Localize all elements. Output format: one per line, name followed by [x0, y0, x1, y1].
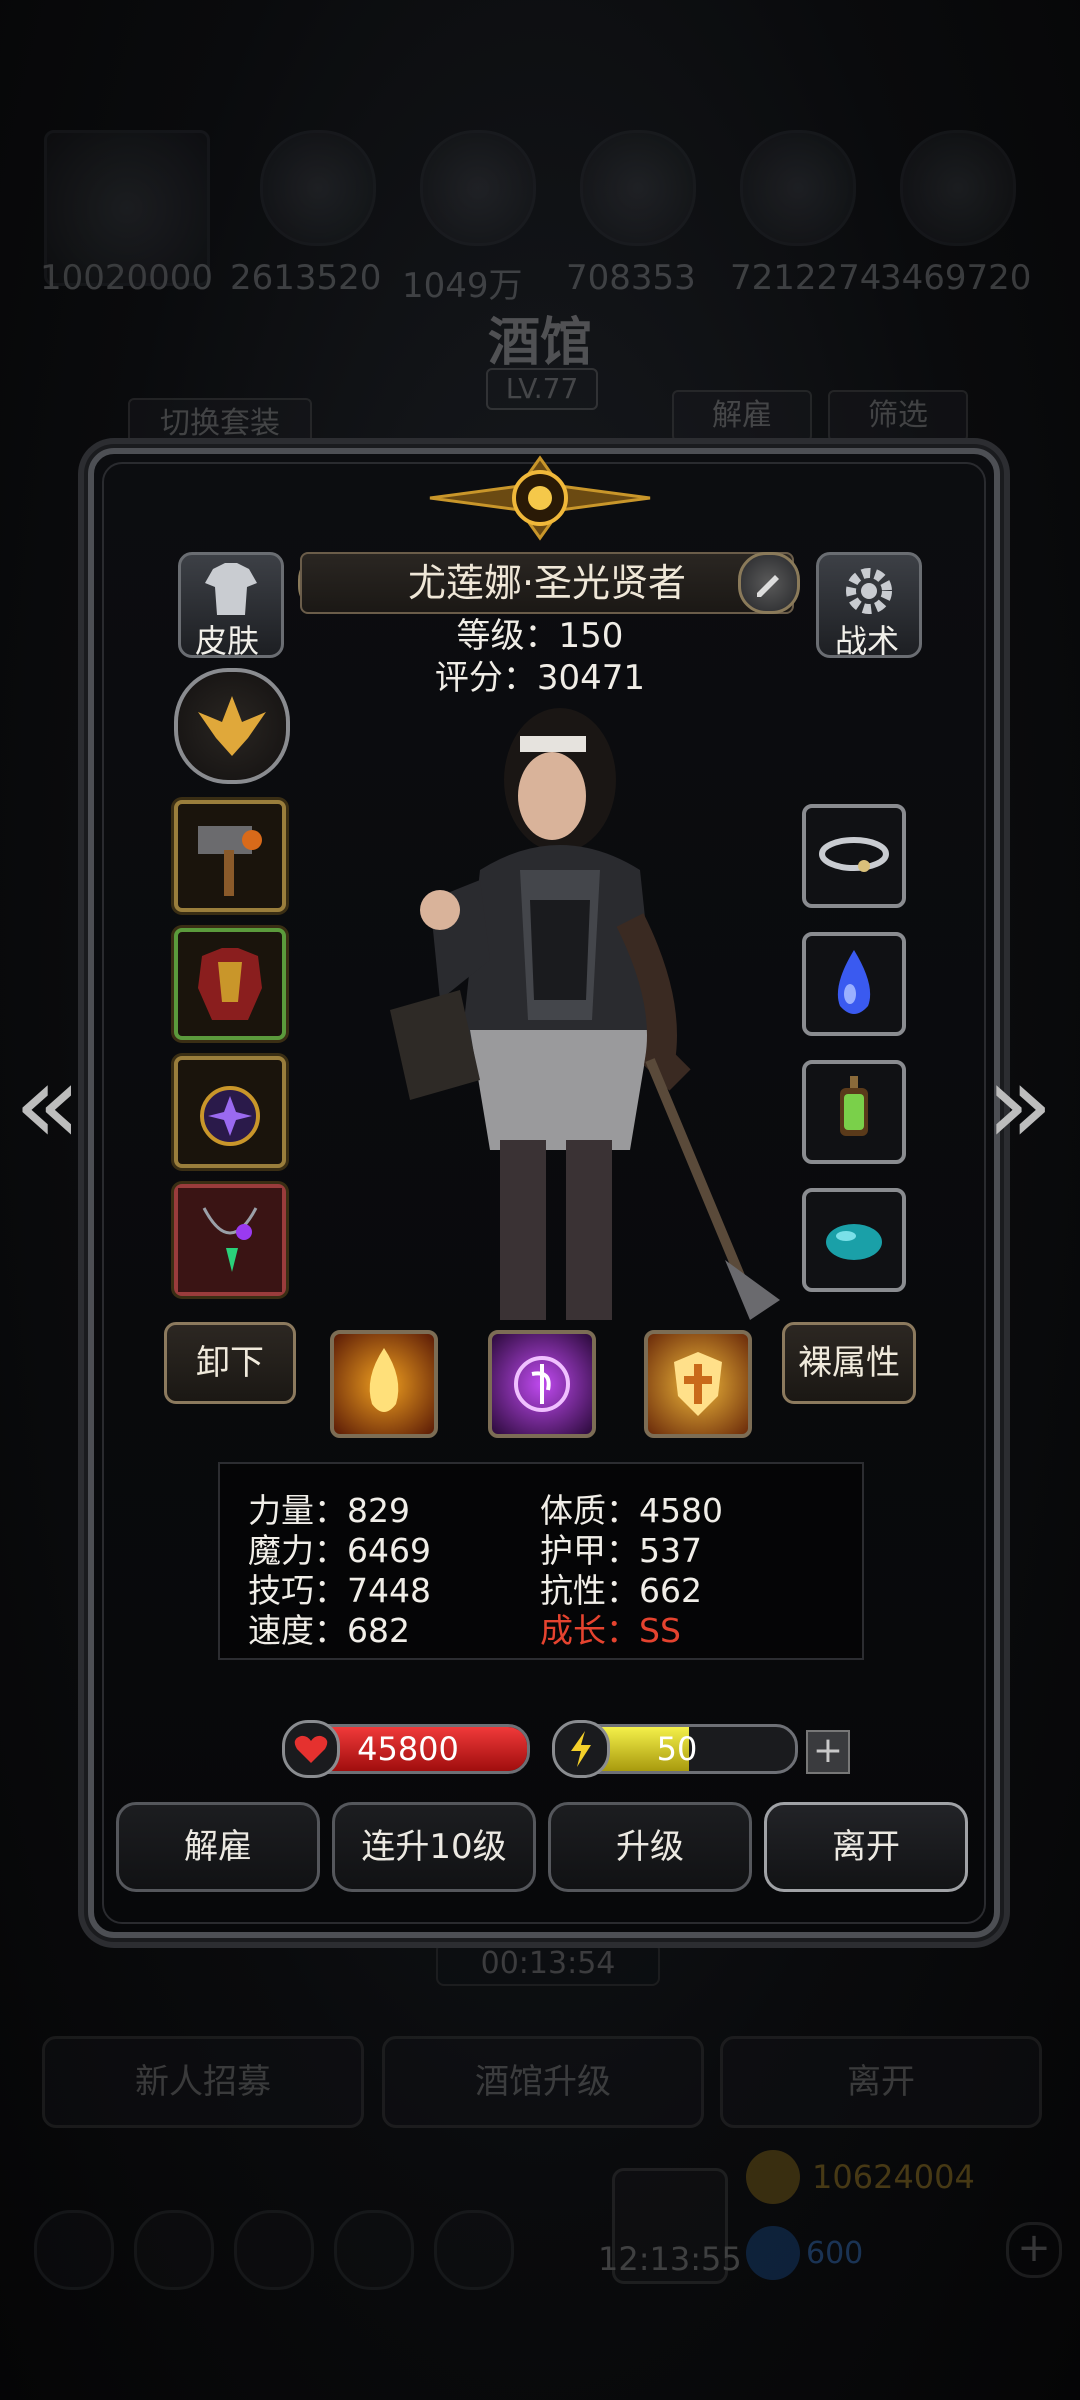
- gem-slot[interactable]: [802, 1188, 906, 1292]
- resource-value: 2613520: [230, 258, 382, 298]
- amulet-slot[interactable]: [174, 1056, 286, 1168]
- resource-icon: [420, 130, 536, 246]
- class-emblem-icon[interactable]: [174, 668, 290, 784]
- rename-edit-icon[interactable]: [738, 552, 800, 614]
- ring-slot[interactable]: [802, 804, 906, 908]
- gem-icon: [746, 2226, 800, 2280]
- crystal-slot[interactable]: [802, 932, 906, 1036]
- hero-portrait: [390, 708, 780, 1320]
- resource-icon: [260, 130, 376, 246]
- skill-slot[interactable]: [488, 1330, 596, 1438]
- resource-icon: [900, 130, 1016, 246]
- skin-label: 皮肤: [194, 622, 259, 660]
- skill-slot[interactable]: [330, 1330, 438, 1438]
- upgrade-button[interactable]: 升级: [548, 1802, 752, 1892]
- hammer-icon: [198, 826, 262, 896]
- hero-name: 尤莲娜·圣光贤者: [300, 552, 794, 614]
- gold-value: 10624004: [812, 2158, 975, 2196]
- crystal-drop-icon: [837, 950, 871, 1014]
- unequip-button[interactable]: 卸下: [164, 1322, 296, 1404]
- resource-value: 3469720: [880, 258, 1032, 298]
- tavern-level: LV.77: [486, 368, 598, 410]
- resource-value: 10020000: [40, 258, 214, 298]
- dock-icon[interactable]: [134, 2210, 214, 2290]
- lantern-icon: [840, 1076, 868, 1136]
- lightning-icon: [552, 1720, 610, 1778]
- tavern-upgrade-button[interactable]: 酒馆升级: [382, 2036, 704, 2128]
- dismiss-hero-button[interactable]: 解雇: [116, 1802, 320, 1892]
- hero-score: 评分：30471: [434, 658, 646, 698]
- gold-coin-icon: [746, 2150, 800, 2204]
- next-hero-arrow[interactable]: »: [986, 1040, 1053, 1168]
- heart-icon: [282, 1720, 340, 1778]
- dock-icon[interactable]: [334, 2210, 414, 2290]
- fire-skill-icon: [369, 1348, 399, 1412]
- necklace-slot[interactable]: [174, 1184, 286, 1296]
- level-up-10-button[interactable]: 连升10级: [332, 1802, 536, 1892]
- gem-value: 600: [806, 2236, 864, 2271]
- skill-slot[interactable]: [644, 1330, 752, 1438]
- stat-growth: 成长：SS: [540, 1611, 681, 1650]
- amulet-icon: [200, 1086, 260, 1146]
- armor-icon: [198, 948, 262, 1020]
- tactics-label: 战术: [834, 622, 899, 660]
- gear-icon: [846, 568, 892, 614]
- lantern-slot[interactable]: [802, 1060, 906, 1164]
- add-energy-button[interactable]: +: [806, 1730, 850, 1774]
- gem-icon: [826, 1224, 882, 1260]
- dismiss-tab[interactable]: 解雇: [672, 390, 812, 442]
- resource-icon: [580, 130, 696, 246]
- stat-speed: 速度：682: [248, 1611, 410, 1650]
- armor-slot[interactable]: [174, 928, 286, 1040]
- resource-row: 10020000 2613520 1049万 708353 7212274 34…: [30, 130, 1050, 306]
- resource-icon: [740, 130, 856, 246]
- arcane-skill-icon: [514, 1356, 570, 1412]
- weapon-slot[interactable]: [174, 800, 286, 912]
- shirt-icon: [205, 563, 257, 615]
- bare-attributes-button[interactable]: 裸属性: [782, 1322, 916, 1404]
- tavern-title: 酒馆: [487, 312, 592, 373]
- prev-hero-arrow[interactable]: «: [14, 1040, 81, 1168]
- recruit-timer: 00:13:54: [436, 1942, 660, 1986]
- dock-icon[interactable]: [434, 2210, 514, 2290]
- leave-tavern-button[interactable]: 离开: [720, 2036, 1042, 2128]
- resource-value: 7212274: [730, 258, 882, 298]
- clock-text: 12:13:55: [598, 2240, 742, 2278]
- dock-icon[interactable]: [234, 2210, 314, 2290]
- dock-icon[interactable]: [34, 2210, 114, 2290]
- necklace-icon: [178, 1188, 282, 1292]
- filter-tab[interactable]: 筛选: [828, 390, 968, 442]
- resource-value: 708353: [566, 258, 696, 298]
- add-icon[interactable]: +: [1006, 2222, 1062, 2278]
- ring-icon: [819, 837, 889, 872]
- crest-ornament-icon: [429, 455, 651, 541]
- holy-shield-skill-icon: [674, 1352, 722, 1416]
- close-panel-button[interactable]: 离开: [764, 1802, 968, 1892]
- switch-outfit-button[interactable]: 切换套装: [128, 398, 312, 450]
- new-recruit-button[interactable]: 新人招募: [42, 2036, 364, 2128]
